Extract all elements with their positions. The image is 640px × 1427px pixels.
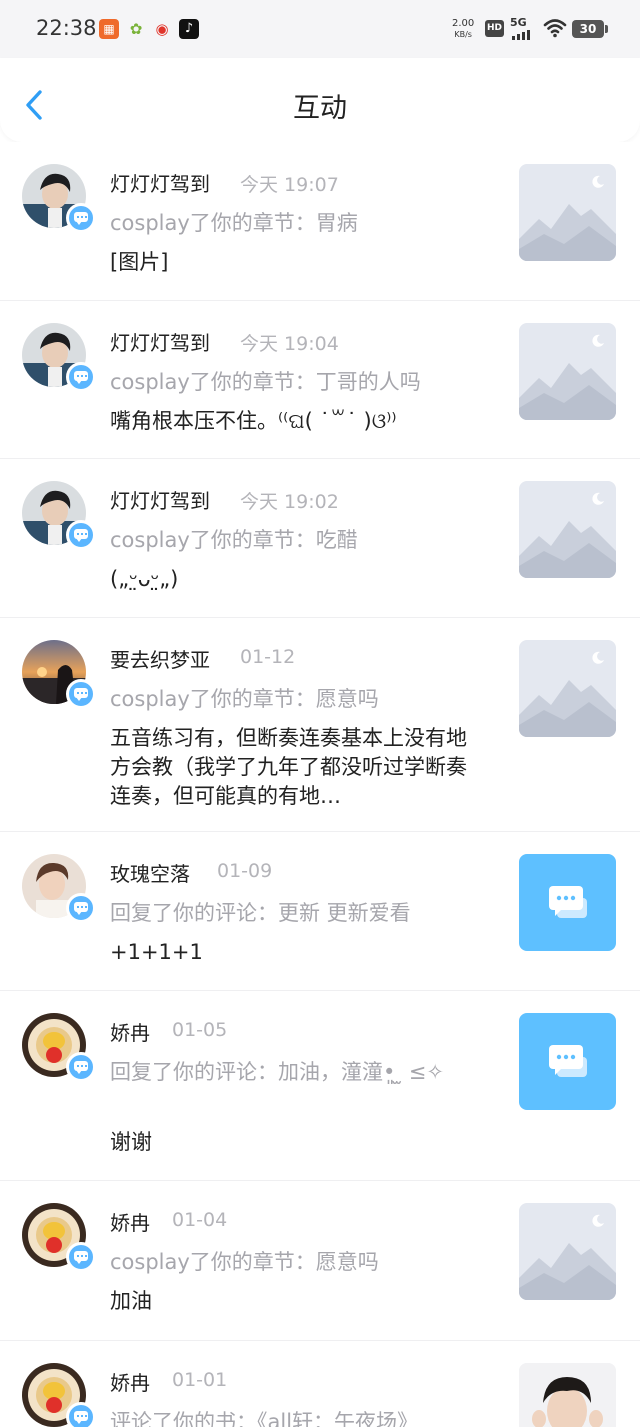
action-text: cosplay了你的章节：胃病	[110, 211, 358, 235]
image-placeholder-icon[interactable]	[519, 323, 616, 420]
weibo-notification-icon: ◉	[155, 20, 169, 38]
timestamp: 01-12	[240, 646, 296, 668]
comment-content: 五音练习有，但断奏连奏基本上没有地方会教（我学了九年了都没听过学断奏连奏，但可能…	[110, 726, 467, 808]
action-text: cosplay了你的章节：愿意吗	[110, 1250, 379, 1274]
action-text: 回复了你的评论：加油，潼潼•͈ ̫ ≤✧	[110, 1060, 444, 1084]
comment-content: 嘴角根本压不住。⁽⁽ଘ( ˙꒳˙ )ଓ⁾⁾	[110, 409, 397, 433]
timestamp: 01-05	[172, 1019, 228, 1041]
comment-badge-icon	[66, 1402, 96, 1427]
network-speed-unit: KB/s	[454, 30, 472, 39]
user-name[interactable]: 娇冉	[110, 1367, 150, 1396]
wifi-icon	[543, 19, 567, 38]
action-text: 回复了你的评论：更新 更新爱看	[110, 901, 411, 925]
network-speed: 2.00 KB/s	[452, 18, 474, 40]
timestamp: 01-01	[172, 1369, 228, 1391]
network-speed-value: 2.00	[452, 18, 475, 29]
user-name[interactable]: 玫瑰空落	[110, 858, 190, 887]
list-item[interactable]: 灯灯灯驾到 今天 19:02 cosplay了你的章节：吃醋 („ᵕ̤ᴗᵕ̤„)	[0, 459, 640, 618]
user-name[interactable]: 要去织梦亚	[110, 644, 210, 673]
list-item[interactable]: 灯灯灯驾到 今天 19:07 cosplay了你的章节：胃病 [图片]	[0, 142, 640, 301]
interaction-list: 灯灯灯驾到 今天 19:07 cosplay了你的章节：胃病 [图片] 灯灯灯驾…	[0, 142, 640, 1427]
photo-thumbnail[interactable]	[519, 1363, 616, 1427]
timestamp: 今天 19:04	[240, 333, 339, 355]
action-text: cosplay了你的章节：吃醋	[110, 528, 358, 552]
comment-content: 加油	[110, 1289, 152, 1313]
list-item[interactable]: 灯灯灯驾到 今天 19:04 cosplay了你的章节：丁哥的人吗 嘴角根本压不…	[0, 301, 640, 459]
user-name[interactable]: 娇冉	[110, 1207, 150, 1236]
battery-indicator: 30	[572, 20, 608, 38]
user-name[interactable]: 灯灯灯驾到	[110, 168, 210, 197]
comment-content: [图片]	[110, 250, 169, 274]
image-placeholder-icon[interactable]	[519, 1203, 616, 1300]
comment-content: 谢谢	[110, 1130, 152, 1154]
signal-icon	[512, 30, 536, 40]
comment-badge-icon	[66, 203, 96, 233]
status-bar: 22:38 ▦ ✿ ◉ ♪ 2.00 KB/s HD 5G 30	[0, 0, 640, 58]
comment-badge-icon	[66, 362, 96, 392]
timestamp: 今天 19:07	[240, 174, 339, 196]
page-title: 互动	[293, 93, 347, 124]
top-app-bar: 互动	[0, 58, 640, 142]
comment-badge-icon	[66, 893, 96, 923]
tiktok-notification-icon: ♪	[179, 19, 199, 39]
comment-badge-icon	[66, 1242, 96, 1272]
comment-content: +1+1+1	[110, 940, 203, 964]
app-notification-icon: ✿	[129, 20, 143, 38]
message-bubble-icon[interactable]	[519, 854, 616, 951]
action-text: cosplay了你的章节：丁哥的人吗	[110, 370, 421, 394]
user-name[interactable]: 娇冉	[110, 1017, 150, 1046]
list-item[interactable]: 娇冉 01-05 回复了你的评论：加油，潼潼•͈ ̫ ≤✧ 谢谢	[0, 991, 640, 1181]
comment-content: („ᵕ̤ᴗᵕ̤„)	[110, 567, 179, 591]
image-placeholder-icon[interactable]	[519, 640, 616, 737]
timestamp: 今天 19:02	[240, 491, 339, 513]
comment-badge-icon	[66, 1052, 96, 1082]
user-name[interactable]: 灯灯灯驾到	[110, 327, 210, 356]
app-notification-icon: ▦	[99, 19, 119, 39]
image-placeholder-icon[interactable]	[519, 481, 616, 578]
timestamp: 01-09	[217, 860, 273, 882]
message-bubble-icon[interactable]	[519, 1013, 616, 1110]
status-time: 22:38	[36, 16, 97, 40]
list-item[interactable]: 玫瑰空落 01-09 回复了你的评论：更新 更新爱看 +1+1+1	[0, 832, 640, 991]
list-item[interactable]: 娇冉 01-01 评论了你的书：《all轩：午夜场》	[0, 1341, 640, 1427]
user-name[interactable]: 灯灯灯驾到	[110, 485, 210, 514]
comment-badge-icon	[66, 520, 96, 550]
list-item[interactable]: 娇冉 01-04 cosplay了你的章节：愿意吗 加油	[0, 1181, 640, 1341]
hd-icon: HD	[485, 20, 504, 37]
list-item[interactable]: 要去织梦亚 01-12 cosplay了你的章节：愿意吗 五音练习有，但断奏连奏…	[0, 618, 640, 832]
network-type: 5G	[510, 16, 527, 29]
action-text: cosplay了你的章节：愿意吗	[110, 687, 379, 711]
action-text: 评论了你的书：《all轩：午夜场》	[110, 1410, 419, 1427]
timestamp: 01-04	[172, 1209, 228, 1231]
comment-badge-icon	[66, 679, 96, 709]
image-placeholder-icon[interactable]	[519, 164, 616, 261]
